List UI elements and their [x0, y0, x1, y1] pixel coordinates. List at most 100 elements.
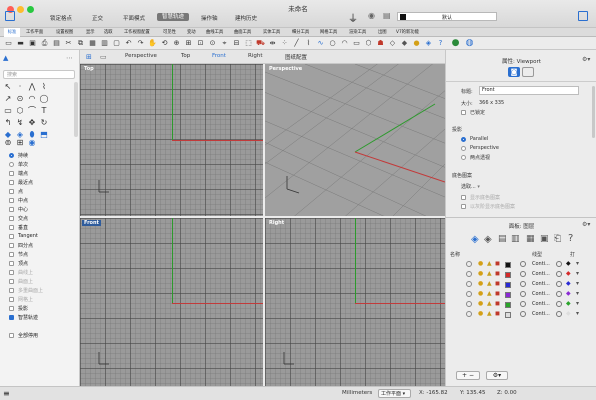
panel-menu-icon[interactable]: ⚙▾	[582, 56, 590, 63]
save-icon[interactable]: ▣	[28, 39, 37, 48]
sublayer-icon[interactable]: ◈	[484, 234, 492, 245]
layer-linetype[interactable]: Conti...	[532, 271, 550, 277]
freeform-tool-icon[interactable]: ⌒	[27, 106, 37, 116]
line-tool-icon[interactable]: ⋀	[27, 82, 37, 92]
circle-tool-icon[interactable]: ⊙	[15, 94, 25, 104]
osnap-knot[interactable]: 节点	[9, 250, 28, 258]
arrow-up-icon[interactable]: ▲	[3, 54, 8, 62]
osnap-disable-all[interactable]: 全部停用	[9, 331, 38, 339]
lock-icon[interactable]: ▲	[487, 310, 492, 317]
locked-checkbox[interactable]: 已锁定	[461, 109, 485, 116]
pan-icon[interactable]: ✋	[148, 39, 157, 48]
network-globe-icon[interactable]: ◍	[465, 39, 474, 48]
select-icon[interactable]: ▢	[112, 39, 121, 48]
point-icon[interactable]: ⁘	[280, 39, 289, 48]
layer-color-swatch[interactable]	[505, 272, 511, 278]
layer-filter-icon[interactable]: ▦	[526, 234, 535, 244]
chevron-down-icon[interactable]: ▾	[576, 280, 579, 287]
material-icon[interactable]	[520, 291, 526, 297]
layer-icon[interactable]: ◈	[424, 39, 433, 48]
tab-curve-tools[interactable]: 曲线工具	[206, 28, 223, 37]
ellipse-tool-icon[interactable]: ◯	[39, 94, 49, 104]
camera-icon[interactable]: ◙	[508, 67, 520, 77]
layer-row[interactable]: ● ▲ ◼ Conti... ◆ ▾	[452, 260, 590, 269]
paste-icon[interactable]: ▦	[88, 39, 97, 48]
osnap-on-surface[interactable]: 曲面上	[9, 277, 33, 285]
sidebar-toggle-left-icon[interactable]	[5, 11, 15, 21]
polygon-tool-icon[interactable]: ⬡	[15, 106, 25, 116]
car-icon[interactable]: ⛟	[256, 39, 265, 48]
mode-planar[interactable]: 平面模式	[123, 14, 145, 22]
properties-scrollbar[interactable]	[592, 86, 595, 138]
extrude-tool-icon[interactable]: ⬒	[39, 130, 49, 140]
layer-color-swatch[interactable]	[505, 302, 511, 308]
lock-icon[interactable]: ▲	[487, 280, 492, 287]
mode-smart-track[interactable]: 智慧轨迹	[157, 13, 190, 21]
tab-perspective[interactable]: Perspective	[125, 53, 157, 59]
projection-parallel[interactable]: Parallel	[461, 136, 488, 142]
layer-linetype[interactable]: Conti...	[532, 311, 550, 317]
new-layer-icon[interactable]: ◈	[471, 234, 479, 245]
zoom-window-icon[interactable]: ⊞	[184, 39, 193, 48]
osnap-vertex[interactable]: 顶点	[9, 259, 28, 267]
tab-solid-tools[interactable]: 实体工具	[263, 28, 280, 37]
curve-tool-icon[interactable]: ↗	[3, 94, 13, 104]
chevron-down-icon[interactable]: ▾	[576, 310, 579, 317]
zoom-extents-icon[interactable]: ⊡	[196, 39, 205, 48]
globe-icon[interactable]: ●	[451, 39, 460, 48]
display-icon[interactable]: ▤	[383, 11, 391, 20]
tab-set-view[interactable]: 设置视图	[56, 28, 73, 37]
lightbulb-icon[interactable]: ●	[478, 290, 483, 297]
light-icon[interactable]: ●	[412, 39, 421, 48]
undo-icon[interactable]: ↶	[124, 39, 133, 48]
tab-subd-tools[interactable]: 细分工具	[292, 28, 309, 37]
polygon-icon[interactable]: ⬡	[364, 39, 373, 48]
analyze-tool-icon[interactable]: ◉	[27, 138, 37, 148]
osnap-persistent[interactable]: 持续	[9, 151, 28, 159]
render-teapot-icon[interactable]: ☗	[376, 39, 385, 48]
lightbulb-icon[interactable]: ●	[478, 310, 483, 317]
help-icon[interactable]: ?	[436, 39, 445, 48]
mode-ortho[interactable]: 正交	[92, 14, 103, 22]
osnap-end[interactable]: 端点	[9, 169, 28, 177]
lightbulb-icon[interactable]: ●	[478, 260, 483, 267]
boolean-tool-icon[interactable]: ⊚	[3, 138, 13, 148]
tab-standard[interactable]: 标准	[4, 28, 20, 37]
print-color-icon[interactable]: ◼	[495, 300, 500, 307]
layer-down-icon[interactable]: ▥	[511, 234, 520, 244]
layer-state-icon[interactable]: ▣	[540, 234, 549, 244]
tab-transform[interactable]: 变动	[187, 28, 196, 37]
viewport-perspective[interactable]: Perspective	[265, 64, 445, 216]
tab-v7-new[interactable]: V7的新功能	[396, 28, 419, 37]
current-layer-radio[interactable]	[466, 311, 472, 317]
record-icon[interactable]: ◉	[368, 11, 375, 20]
lightbulb-icon[interactable]: ●	[478, 300, 483, 307]
layer-row[interactable]: ● ▲ ◼ Conti... ◆ ▾	[452, 280, 590, 289]
tab-right[interactable]: Right	[248, 53, 262, 59]
print-width-icon[interactable]	[556, 291, 562, 297]
osnap-on-curve[interactable]: 曲线上	[9, 268, 33, 276]
viewport-right[interactable]: Right	[265, 218, 445, 386]
lock-icon[interactable]: ▲	[487, 290, 492, 297]
tab-mesh-tools[interactable]: 网格工具	[320, 28, 337, 37]
page-icon[interactable]	[522, 67, 534, 77]
tab-front[interactable]: Front	[212, 53, 226, 59]
panel-options-icon[interactable]: ⋯	[66, 54, 73, 62]
osnap-near[interactable]: 最近点	[9, 178, 33, 186]
arc-tool-icon[interactable]: ◠	[27, 94, 37, 104]
zoom-selected-icon[interactable]: ⊙	[208, 39, 217, 48]
material-icon[interactable]	[520, 261, 526, 267]
layer-linetype[interactable]: Conti...	[532, 301, 550, 307]
tab-drafting[interactable]: 出图	[378, 28, 387, 37]
single-layout-icon[interactable]: ▭	[100, 53, 107, 61]
wallpaper-show-checkbox[interactable]: 显示底色图案	[461, 194, 500, 201]
point-tool-icon[interactable]: ·	[15, 82, 25, 92]
layer-linetype[interactable]: Conti...	[532, 281, 550, 287]
layer-color-swatch[interactable]	[505, 282, 511, 288]
offset-tool-icon[interactable]: ↯	[15, 118, 25, 128]
rectangle-tool-icon[interactable]: ▭	[3, 106, 13, 116]
shade-icon[interactable]: ◆	[400, 39, 409, 48]
copy-icon[interactable]: ⧉	[76, 39, 85, 48]
polyline-icon[interactable]: ⌇	[304, 39, 313, 48]
print-color-icon[interactable]: ◼	[495, 310, 500, 317]
